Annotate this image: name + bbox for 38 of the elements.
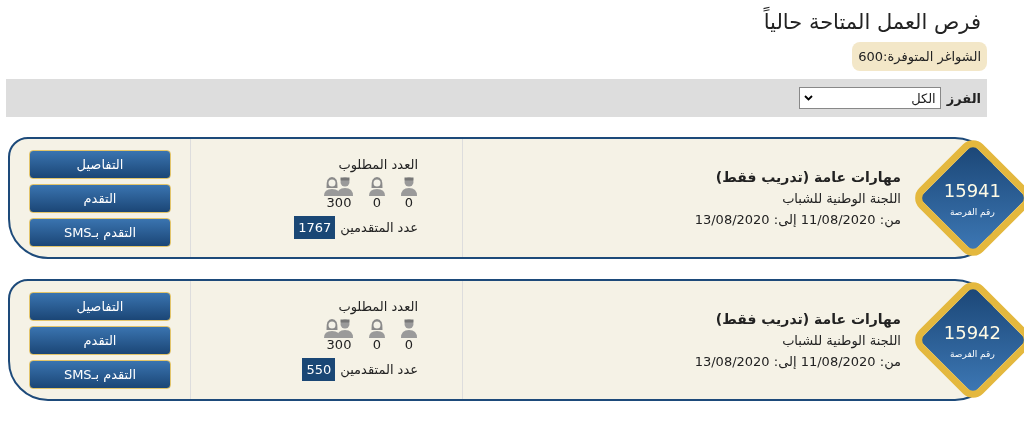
- action-button[interactable]: التقدم بـSMS: [29, 359, 171, 389]
- opportunity-number-label: رقم الفرصة: [950, 206, 996, 217]
- required-count-label: العدد المطلوب: [338, 157, 418, 172]
- date-range: من: 11/08/2020 إلى: 13/08/2020: [693, 212, 901, 227]
- opportunity-number: 15942: [944, 321, 1002, 343]
- applicants-label: عدد المتقدمين: [340, 220, 418, 235]
- required-count-label: العدد المطلوب: [338, 299, 418, 314]
- organization-name: اللجنة الوطنية للشباب: [781, 191, 901, 206]
- vacancies-badge: الشواغر المتوفرة:600: [852, 42, 987, 71]
- woman-icon: [368, 176, 386, 196]
- opportunity-title: مهارات عامة (تدريب فقط): [714, 311, 901, 327]
- required-count: 0: [372, 196, 382, 210]
- date-range: من: 11/08/2020 إلى: 13/08/2020: [693, 354, 901, 369]
- action-button[interactable]: التقدم بـSMS: [29, 217, 171, 247]
- people-icon: [324, 318, 354, 338]
- opportunity-number: 15941: [944, 179, 1002, 201]
- required-count: 0: [404, 196, 414, 210]
- required-count: 300: [326, 338, 352, 352]
- applicants-label: عدد المتقدمين: [340, 362, 418, 377]
- action-button[interactable]: التفاصيل: [29, 149, 171, 179]
- applicants-count: 550: [302, 358, 336, 381]
- filter-dropdown[interactable]: الكل: [798, 87, 941, 109]
- filter-label: الفرز: [946, 90, 981, 106]
- opportunity-number-label: رقم الفرصة: [950, 348, 996, 359]
- applicants-count: 1767: [294, 216, 336, 239]
- required-count: 0: [404, 338, 414, 352]
- people-icon: [324, 176, 354, 196]
- chevron-down-icon: [803, 95, 813, 101]
- action-button[interactable]: التفاصيل: [29, 291, 171, 321]
- required-count: 0: [372, 338, 382, 352]
- required-count: 300: [326, 196, 352, 210]
- action-button[interactable]: التقدم: [29, 183, 171, 213]
- organization-name: اللجنة الوطنية للشباب: [781, 333, 901, 348]
- man-icon: [400, 176, 418, 196]
- woman-icon: [368, 318, 386, 338]
- man-icon: [400, 318, 418, 338]
- action-button[interactable]: التقدم: [29, 325, 171, 355]
- opportunity-title: مهارات عامة (تدريب فقط): [714, 169, 901, 185]
